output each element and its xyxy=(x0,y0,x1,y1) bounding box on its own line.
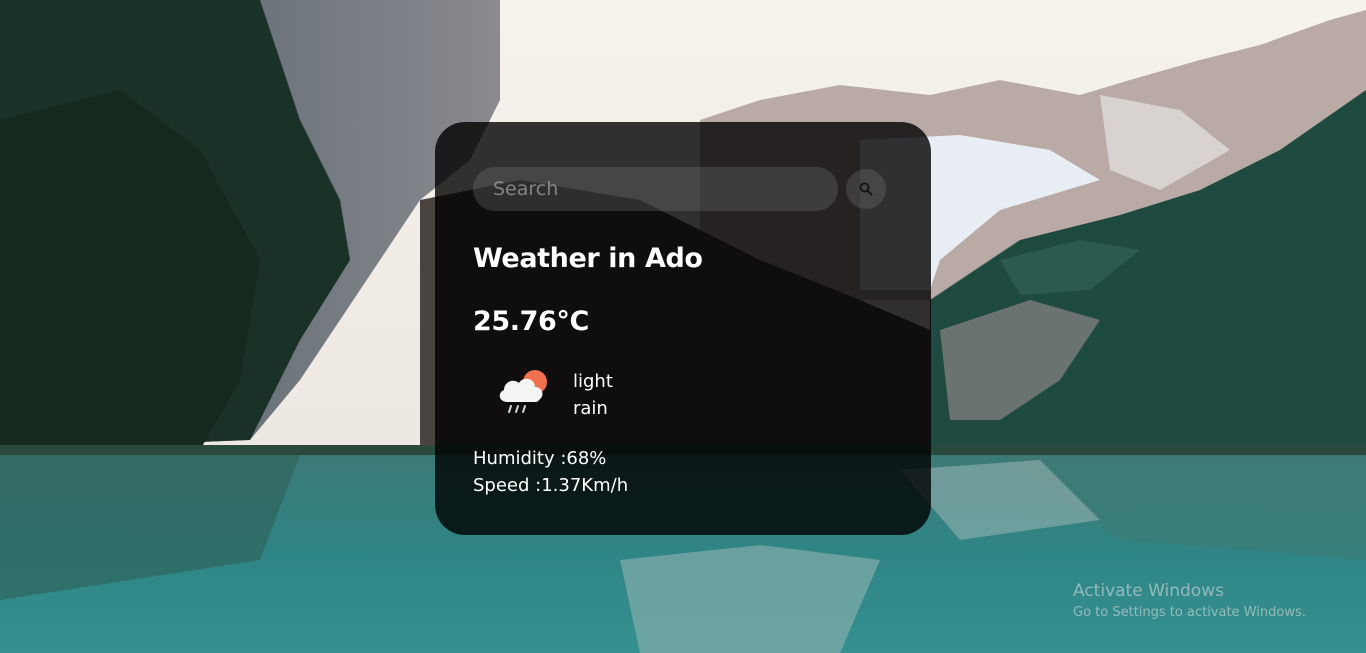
search-bar xyxy=(473,167,886,211)
search-icon xyxy=(859,182,873,196)
activate-windows-watermark: Activate Windows Go to Settings to activ… xyxy=(1073,580,1306,624)
city-heading: Weather in Ado xyxy=(473,243,703,274)
humidity-text: Humidity :68% xyxy=(473,448,607,469)
watermark-subtitle: Go to Settings to activate Windows. xyxy=(1073,605,1306,620)
search-button[interactable] xyxy=(846,169,886,209)
search-input[interactable] xyxy=(473,167,838,211)
weather-card: Weather in Ado 25.76°C light rain Humidi… xyxy=(435,122,931,535)
watermark-title: Activate Windows xyxy=(1073,581,1224,601)
weather-description: light rain xyxy=(573,371,613,419)
temperature: 25.76°C xyxy=(473,306,589,337)
rain-cloud-sun-icon xyxy=(493,362,553,422)
wind-speed-text: Speed :1.37Km/h xyxy=(473,475,629,496)
